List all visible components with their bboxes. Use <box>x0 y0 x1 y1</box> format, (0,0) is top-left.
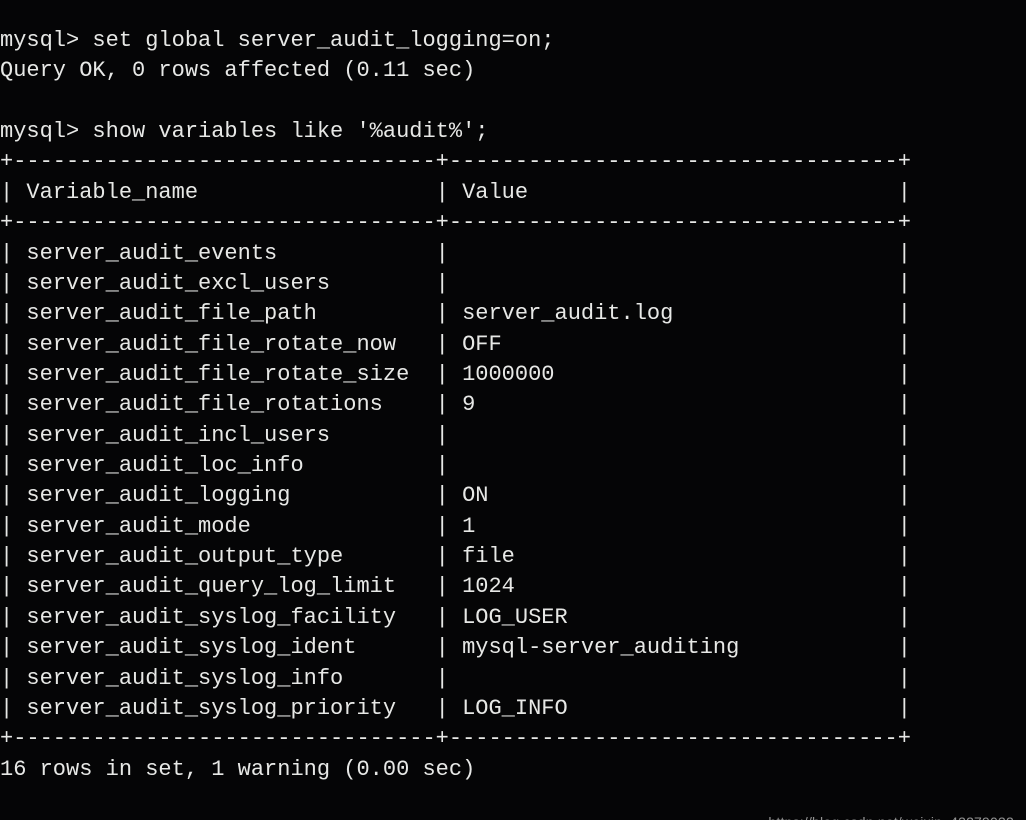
terminal-output[interactable]: mysql> set global server_audit_logging=o… <box>0 22 1026 785</box>
watermark-text: https://blog.csdn.net/weixin_43279032 <box>768 813 1014 820</box>
